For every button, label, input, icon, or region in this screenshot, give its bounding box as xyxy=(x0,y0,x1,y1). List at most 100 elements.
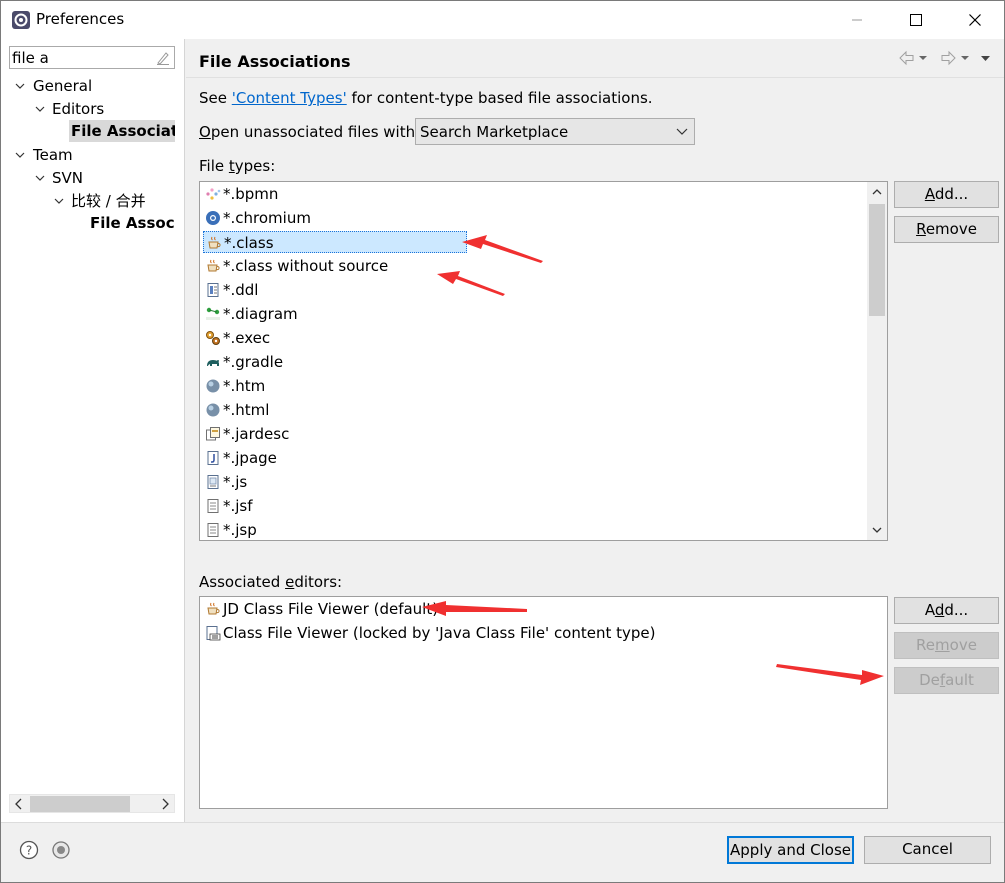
list-item[interactable]: *.chromium xyxy=(203,207,463,229)
chevron-down-icon[interactable] xyxy=(54,197,64,205)
list-item-selected[interactable]: *.class xyxy=(203,231,467,253)
coffee-cup-icon xyxy=(207,602,220,615)
minimize-button[interactable] xyxy=(828,1,886,39)
maximize-button[interactable] xyxy=(887,1,945,39)
chevron-down-icon[interactable] xyxy=(35,174,45,182)
file-types-label: File types: xyxy=(199,157,275,175)
header-separator xyxy=(186,77,1004,78)
tree-label: Team xyxy=(33,146,73,164)
button-label: emove xyxy=(925,220,977,238)
import-export-icon[interactable] xyxy=(51,840,71,860)
forward-dropdown-icon[interactable] xyxy=(961,56,969,60)
mnemonic-char: e xyxy=(285,573,295,591)
sql-file-icon xyxy=(207,283,219,297)
clear-filter-icon[interactable] xyxy=(155,50,171,66)
add-editor-button[interactable]: Add... xyxy=(894,597,999,624)
default-editor-button[interactable]: Default xyxy=(894,667,999,694)
file-type-label: *.html xyxy=(223,401,270,419)
button-label: dd... xyxy=(934,185,969,203)
tree-label: Editors xyxy=(52,100,105,118)
file-types-vertical-scrollbar[interactable] xyxy=(867,182,887,540)
list-item[interactable]: *.ddl xyxy=(203,279,463,301)
list-item[interactable]: *.class without source xyxy=(203,255,463,277)
scrollbar-thumb[interactable] xyxy=(30,796,130,812)
list-item[interactable]: *.gradle xyxy=(203,351,463,373)
list-item[interactable]: *.jsp xyxy=(203,519,463,540)
gears-icon xyxy=(206,331,220,345)
chevron-right-icon[interactable] xyxy=(159,797,171,811)
jar-file-icon xyxy=(206,427,220,441)
label-rest: pen unassociated files with: xyxy=(210,123,421,141)
preference-tree-pane: General Editors File Associatio Team SVN… xyxy=(1,39,185,822)
help-icon[interactable]: ? xyxy=(19,840,39,860)
forward-arrow-icon[interactable] xyxy=(941,50,956,66)
back-arrow-icon[interactable] xyxy=(899,50,914,66)
add-file-type-button[interactable]: Add... xyxy=(894,181,999,208)
back-dropdown-icon[interactable] xyxy=(919,56,927,60)
text-file-icon xyxy=(207,499,219,513)
list-item[interactable]: *.jpage xyxy=(203,447,463,469)
diagram-icon xyxy=(206,307,220,320)
associated-editors-label: Associated editors: xyxy=(199,573,342,591)
tree-horizontal-scrollbar[interactable] xyxy=(9,794,175,813)
java-file-icon xyxy=(207,451,219,465)
bpmn-icon xyxy=(206,188,221,200)
file-type-label: *.js xyxy=(223,473,248,491)
file-type-label: *.class without source xyxy=(223,257,389,275)
button-label: ault xyxy=(945,671,974,689)
tree-label: 比较 / 合并 xyxy=(71,192,146,210)
file-types-list[interactable]: *.bpmn *.chromium *.class *.class withou… xyxy=(199,181,888,541)
hint-prefix: See xyxy=(199,89,232,107)
label-rest: ypes: xyxy=(234,157,276,175)
file-type-label: *.diagram xyxy=(223,305,298,323)
editor-label: Class File Viewer (locked by 'Java Class… xyxy=(223,624,656,642)
label-rest: ditors: xyxy=(294,573,343,591)
elephant-icon xyxy=(207,360,219,366)
list-item[interactable]: *.bpmn xyxy=(203,183,463,205)
apply-and-close-button[interactable]: Apply and Close xyxy=(727,836,854,864)
open-unassociated-select[interactable]: Search Marketplace xyxy=(415,118,695,145)
title-bar: Preferences xyxy=(1,1,1004,39)
chevron-down-icon[interactable] xyxy=(871,524,883,536)
file-type-label: *.jardesc xyxy=(223,425,290,443)
tree-item-file-associations-editors[interactable]: File Associatio xyxy=(69,120,175,142)
scrollbar-thumb[interactable] xyxy=(869,204,885,316)
mnemonic-char: R xyxy=(916,220,926,238)
eclipse-app-icon xyxy=(12,11,30,29)
list-item[interactable]: *.htm xyxy=(203,375,463,397)
file-type-label: *.jsf xyxy=(223,497,253,515)
associated-editors-list[interactable]: JD Class File Viewer (default) Class Fil… xyxy=(199,596,888,809)
file-type-label: *.jpage xyxy=(223,449,277,467)
list-item[interactable]: *.diagram xyxy=(203,303,463,325)
selected-value: Search Marketplace xyxy=(420,123,569,141)
history-navigation[interactable] xyxy=(896,48,996,68)
chevron-down-icon[interactable] xyxy=(35,105,45,113)
web-globe-icon xyxy=(206,379,220,393)
chevron-down-icon[interactable] xyxy=(15,82,25,90)
chevron-down-icon[interactable] xyxy=(15,151,25,159)
file-type-label: *.chromium xyxy=(223,209,311,227)
chevron-left-icon[interactable] xyxy=(13,797,25,811)
tree-item-file-associations-svn[interactable]: File Associa xyxy=(90,212,175,234)
list-item[interactable]: *.jsf xyxy=(203,495,463,517)
close-button[interactable] xyxy=(946,1,1004,39)
mnemonic-char: O xyxy=(199,123,211,141)
list-item[interactable]: JD Class File Viewer (default) xyxy=(203,598,803,620)
list-item[interactable]: Class File Viewer (locked by 'Java Class… xyxy=(203,622,803,644)
remove-editor-button[interactable]: Remove xyxy=(894,632,999,659)
list-item[interactable]: *.jardesc xyxy=(203,423,463,445)
chevron-up-icon[interactable] xyxy=(871,186,883,198)
text-file-icon xyxy=(207,523,219,537)
view-menu-icon[interactable] xyxy=(981,56,990,61)
preferences-window: Preferences General Editors File xyxy=(0,0,1005,883)
cancel-button[interactable]: Cancel xyxy=(864,836,991,864)
minimize-icon xyxy=(852,19,862,21)
filter-input[interactable] xyxy=(12,48,152,67)
list-item[interactable]: *.js xyxy=(203,471,463,493)
dialog-button-bar: ? Apply and Close Cancel xyxy=(1,822,1004,882)
coffee-cup-icon xyxy=(207,259,220,272)
list-item[interactable]: *.html xyxy=(203,399,463,421)
content-types-link[interactable]: 'Content Types' xyxy=(232,89,347,107)
remove-file-type-button[interactable]: Remove xyxy=(894,216,999,243)
list-item[interactable]: *.exec xyxy=(203,327,463,349)
